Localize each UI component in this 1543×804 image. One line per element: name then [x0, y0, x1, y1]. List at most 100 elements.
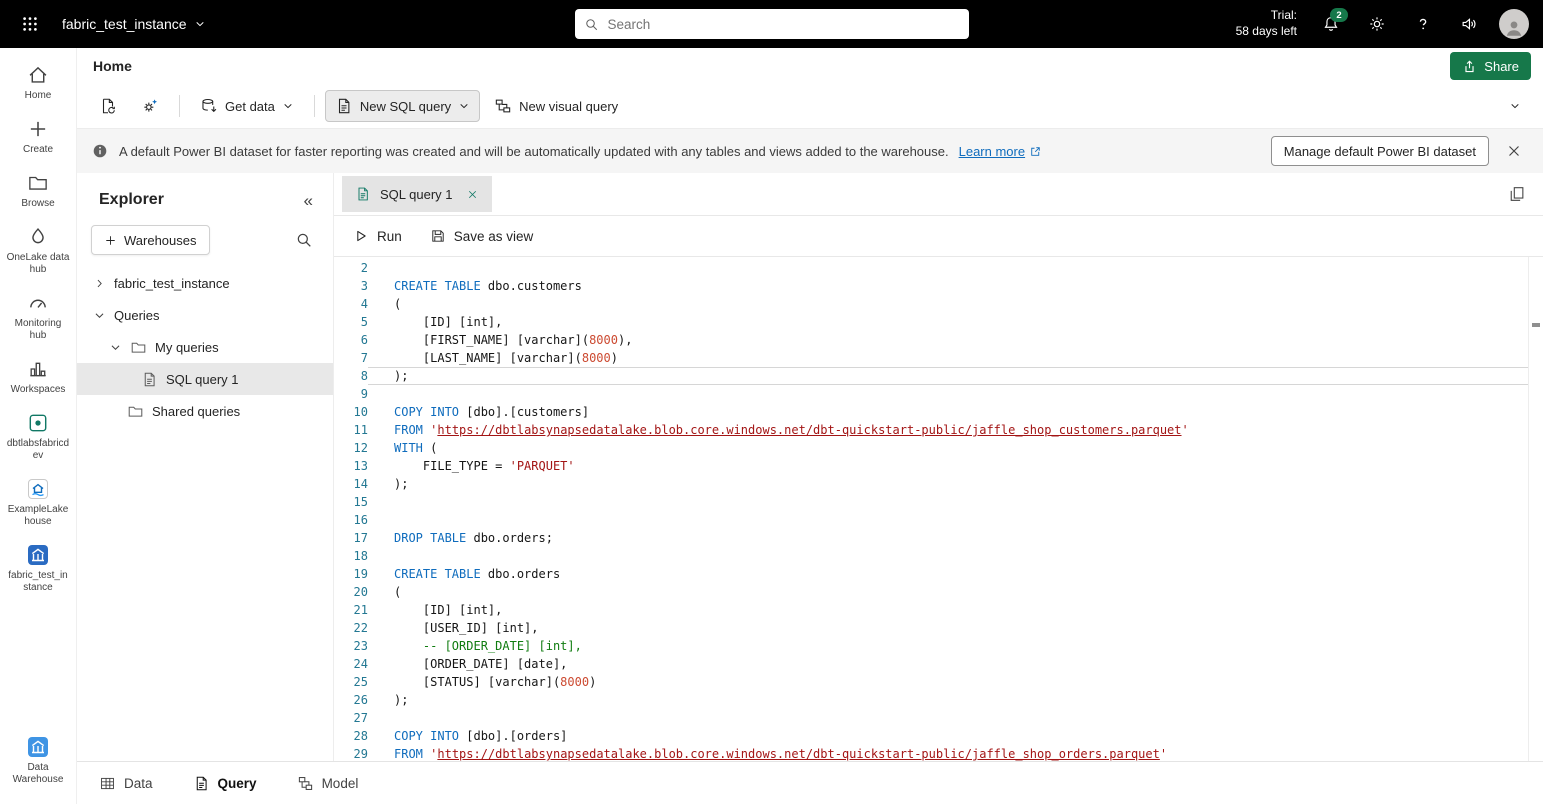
code-line[interactable]: 27 — [334, 709, 1543, 727]
code-line[interactable]: 16 — [334, 511, 1543, 529]
code-line[interactable]: 13 FILE_TYPE = 'PARQUET' — [334, 457, 1543, 475]
code-line[interactable]: 24 [ORDER_DATE] [date], — [334, 655, 1543, 673]
rail-item-home[interactable]: Home — [1, 58, 75, 108]
editor-scrollbar[interactable] — [1528, 257, 1543, 761]
rail-item-label: dbtlabsfabricdev — [6, 438, 70, 462]
code-line[interactable]: 21 [ID] [int], — [334, 601, 1543, 619]
code-line[interactable]: 29FROM 'https://dbtlabsynapsedatalake.bl… — [334, 745, 1543, 761]
tree-item-sql-query-1[interactable]: SQL query 1 — [77, 363, 333, 395]
line-number: 5 — [334, 313, 368, 331]
code-line[interactable]: 8); — [334, 367, 1543, 385]
banner-close-button[interactable] — [1499, 136, 1529, 166]
manage-default-dataset-button[interactable]: Manage default Power BI dataset — [1271, 136, 1489, 166]
code-line-content: ); — [368, 691, 1543, 709]
question-icon — [1414, 15, 1432, 33]
app-outline-icon — [27, 412, 49, 434]
notifications-button[interactable]: 2 — [1315, 8, 1347, 40]
code-line[interactable]: 15 — [334, 493, 1543, 511]
line-number: 18 — [334, 547, 368, 565]
refresh-dataset-button[interactable] — [89, 90, 127, 122]
tab-home[interactable]: Home — [85, 54, 140, 78]
rail-item-workspaces[interactable]: Workspaces — [1, 352, 75, 402]
code-line[interactable]: 7 [LAST_NAME] [varchar](8000) — [334, 349, 1543, 367]
close-tab-button[interactable] — [462, 183, 484, 205]
bottom-tab-query[interactable]: Query — [187, 762, 263, 804]
code-line[interactable]: 23 -- [ORDER_DATE] [int], — [334, 637, 1543, 655]
code-line[interactable]: 2 — [334, 259, 1543, 277]
warehouse-app-icon — [27, 544, 49, 566]
rail-item-label: OneLake data hub — [6, 252, 70, 276]
code-line[interactable]: 9 — [334, 385, 1543, 403]
workspace-switcher[interactable]: fabric_test_instance — [56, 15, 212, 33]
sql-editor[interactable]: 23CREATE TABLE dbo.customers4(5 [ID] [in… — [334, 257, 1543, 761]
save-as-view-button[interactable]: Save as view — [421, 221, 543, 251]
feedback-button[interactable] — [1453, 8, 1485, 40]
run-button[interactable]: Run — [344, 221, 411, 251]
code-line-content: [FIRST_NAME] [varchar](8000), — [368, 331, 1543, 349]
rail-item-label: Data Warehouse — [6, 762, 70, 786]
rail-item-onelake-data-hub[interactable]: OneLake data hub — [1, 220, 75, 282]
ribbon-toolbar: Get data New SQL query New visual query — [77, 84, 1543, 129]
line-number: 15 — [334, 493, 368, 511]
code-line[interactable]: 10COPY INTO [dbo].[customers] — [334, 403, 1543, 421]
code-line[interactable]: 14); — [334, 475, 1543, 493]
code-line-content: ( — [368, 295, 1543, 313]
share-button[interactable]: Share — [1450, 52, 1531, 80]
code-line[interactable]: 25 [STATUS] [varchar](8000) — [334, 673, 1543, 691]
help-button[interactable] — [1407, 8, 1439, 40]
code-line[interactable]: 3CREATE TABLE dbo.customers — [334, 277, 1543, 295]
chevron-right-icon — [93, 277, 106, 290]
rail-item-label: fabric_test_instance — [6, 570, 70, 594]
query-toolbar: Run Save as view — [334, 216, 1543, 257]
rail-item-dbtlabsfabricdev[interactable]: dbtlabsfabricdev — [1, 406, 75, 468]
account-avatar[interactable] — [1499, 9, 1529, 39]
code-line[interactable]: 22 [USER_ID] [int], — [334, 619, 1543, 637]
tree-item-fabric-test-instance[interactable]: fabric_test_instance — [77, 267, 333, 299]
query-tab[interactable]: SQL query 1 — [342, 176, 492, 212]
code-line-content: [ORDER_DATE] [date], — [368, 655, 1543, 673]
settings-button[interactable] — [1361, 8, 1393, 40]
collapse-explorer-button[interactable]: « — [298, 191, 319, 210]
code-line[interactable]: 4( — [334, 295, 1543, 313]
get-data-button[interactable]: Get data — [190, 90, 304, 122]
bottom-tab-data[interactable]: Data — [93, 762, 159, 804]
grid-icon — [99, 775, 116, 792]
rail-item-fabric-test-instance[interactable]: fabric_test_instance — [1, 538, 75, 600]
ribbon-collapse-button[interactable] — [1499, 90, 1531, 122]
bottom-tab-model[interactable]: Model — [291, 762, 365, 804]
tree-item-shared-queries[interactable]: Shared queries — [77, 395, 333, 427]
code-line[interactable]: 19CREATE TABLE dbo.orders — [334, 565, 1543, 583]
code-line[interactable]: 17DROP TABLE dbo.orders; — [334, 529, 1543, 547]
line-number: 22 — [334, 619, 368, 637]
new-visual-query-button[interactable]: New visual query — [484, 90, 628, 122]
code-line[interactable]: 28COPY INTO [dbo].[orders] — [334, 727, 1543, 745]
code-line[interactable]: 11FROM 'https://dbtlabsynapsedatalake.bl… — [334, 421, 1543, 439]
rail-item-browse[interactable]: Browse — [1, 166, 75, 216]
search-input[interactable] — [606, 16, 960, 33]
sql-doc-icon — [335, 97, 353, 115]
tree-item-my-queries[interactable]: My queries — [77, 331, 333, 363]
code-line[interactable]: 6 [FIRST_NAME] [varchar](8000), — [334, 331, 1543, 349]
close-icon — [466, 188, 479, 201]
code-line[interactable]: 20( — [334, 583, 1543, 601]
info-icon — [91, 142, 109, 160]
banner-message: A default Power BI dataset for faster re… — [119, 144, 949, 159]
code-line[interactable]: 12WITH ( — [334, 439, 1543, 457]
app-launcher-button[interactable] — [14, 8, 46, 40]
rail-item-data-warehouse[interactable]: Data Warehouse — [1, 730, 75, 792]
ribbon-tab-row: Home Share — [77, 48, 1543, 84]
rail-item-monitoring-hub[interactable]: Monitoring hub — [1, 286, 75, 348]
code-line[interactable]: 5 [ID] [int], — [334, 313, 1543, 331]
new-sql-query-button[interactable]: New SQL query — [325, 90, 480, 122]
code-line[interactable]: 18 — [334, 547, 1543, 565]
explorer-search-button[interactable] — [289, 225, 319, 255]
tree-item-queries[interactable]: Queries — [77, 299, 333, 331]
duplicate-tab-button[interactable] — [1503, 180, 1531, 208]
learn-more-link[interactable]: Learn more — [959, 144, 1042, 159]
add-warehouses-button[interactable]: Warehouses — [91, 225, 210, 255]
rail-item-examplelakehouse[interactable]: ExampleLakehouse — [1, 472, 75, 534]
code-line[interactable]: 26); — [334, 691, 1543, 709]
warehouse-settings-button[interactable] — [131, 90, 169, 122]
line-number: 3 — [334, 277, 368, 295]
rail-item-create[interactable]: Create — [1, 112, 75, 162]
